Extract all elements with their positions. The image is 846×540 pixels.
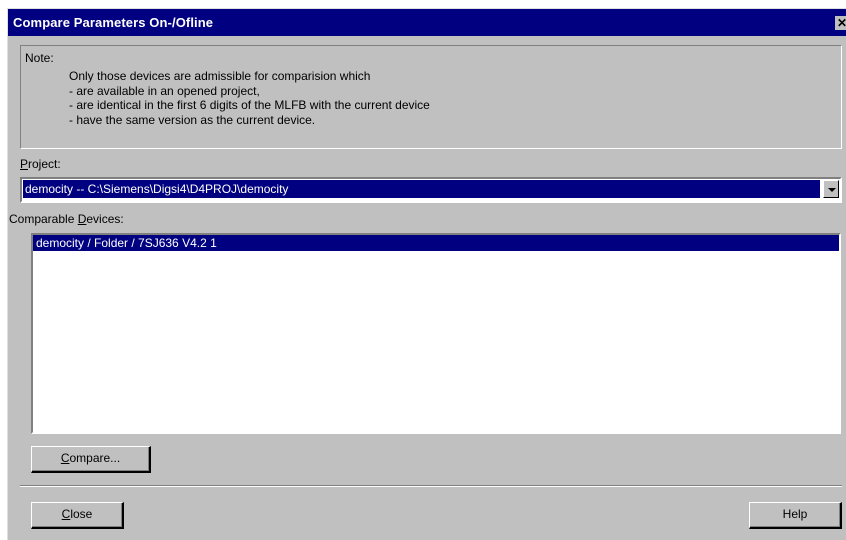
help-button[interactable]: Help: [749, 502, 842, 529]
project-combobox-value[interactable]: democity -- C:\Siemens\Digsi4\D4PROJ\dem…: [23, 180, 820, 198]
close-button[interactable]: Close: [31, 502, 124, 529]
note-label: Note:: [25, 51, 54, 65]
comparable-devices-list[interactable]: democity / Folder / 7SJ636 V4.2 1: [31, 233, 841, 434]
title-bar[interactable]: Compare Parameters On-/Ofline ✕: [8, 9, 846, 36]
project-combobox[interactable]: democity -- C:\Siemens\Digsi4\D4PROJ\dem…: [20, 177, 842, 203]
project-label: Project:: [20, 157, 61, 171]
note-line: - have the same version as the current d…: [69, 112, 316, 127]
close-window-button[interactable]: ✕: [835, 16, 846, 30]
compare-parameters-dialog: Compare Parameters On-/Ofline ✕ Note: On…: [7, 8, 846, 540]
note-line: Only those devices are admissible for co…: [69, 69, 371, 83]
compare-button[interactable]: Compare...: [31, 446, 151, 473]
note-line: - are identical in the first 6 digits of…: [69, 98, 430, 112]
window-title: Compare Parameters On-/Ofline: [13, 15, 214, 30]
note-line: - are available in an opened project,: [69, 83, 260, 98]
separator: [20, 486, 842, 487]
chevron-down-icon[interactable]: [823, 180, 839, 198]
comparable-devices-label: Comparable Devices:: [9, 212, 124, 226]
list-item[interactable]: democity / Folder / 7SJ636 V4.2 1: [33, 235, 839, 251]
note-group: Note: Only those devices are admissible …: [20, 45, 842, 149]
note-text: Only those devices are admissible for co…: [69, 69, 430, 127]
